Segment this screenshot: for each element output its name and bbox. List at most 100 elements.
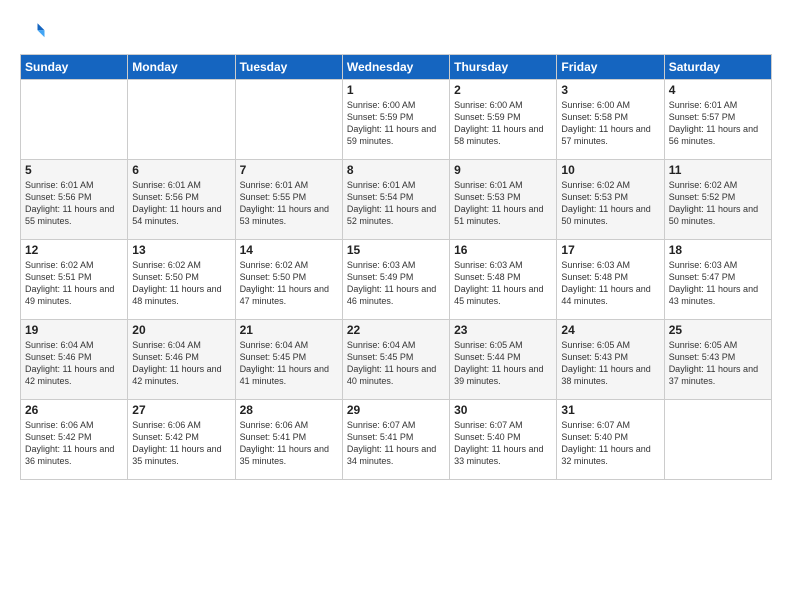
calendar-cell xyxy=(664,400,771,480)
day-number: 24 xyxy=(561,323,659,337)
weekday-header: Wednesday xyxy=(342,55,449,80)
day-info: Sunrise: 6:01 AMSunset: 5:54 PMDaylight:… xyxy=(347,179,445,228)
calendar-cell xyxy=(235,80,342,160)
calendar-cell: 27 Sunrise: 6:06 AMSunset: 5:42 PMDayligh… xyxy=(128,400,235,480)
day-info: Sunrise: 6:02 AMSunset: 5:53 PMDaylight:… xyxy=(561,179,659,228)
day-number: 7 xyxy=(240,163,338,177)
day-number: 22 xyxy=(347,323,445,337)
day-info: Sunrise: 6:03 AMSunset: 5:48 PMDaylight:… xyxy=(454,259,552,308)
day-info: Sunrise: 6:07 AMSunset: 5:41 PMDaylight:… xyxy=(347,419,445,468)
day-info: Sunrise: 6:01 AMSunset: 5:56 PMDaylight:… xyxy=(25,179,123,228)
calendar-cell: 17 Sunrise: 6:03 AMSunset: 5:48 PMDayligh… xyxy=(557,240,664,320)
day-info: Sunrise: 6:01 AMSunset: 5:53 PMDaylight:… xyxy=(454,179,552,228)
day-number: 28 xyxy=(240,403,338,417)
day-number: 16 xyxy=(454,243,552,257)
calendar-cell: 25Sunrise: 6:05 AMSunset: 5:43 PMDayligh… xyxy=(664,320,771,400)
day-info: Sunrise: 6:00 AMSunset: 5:59 PMDaylight:… xyxy=(454,99,552,148)
day-number: 4 xyxy=(669,83,767,97)
day-number: 18 xyxy=(669,243,767,257)
day-number: 17 xyxy=(561,243,659,257)
day-info: Sunrise: 6:07 AMSunset: 5:40 PMDaylight:… xyxy=(454,419,552,468)
day-info: Sunrise: 6:07 AMSunset: 5:40 PMDaylight:… xyxy=(561,419,659,468)
day-info: Sunrise: 6:04 AMSunset: 5:45 PMDaylight:… xyxy=(240,339,338,388)
calendar-cell: 9 Sunrise: 6:01 AMSunset: 5:53 PMDaylight… xyxy=(450,160,557,240)
calendar-cell: 31Sunrise: 6:07 AMSunset: 5:40 PMDayligh… xyxy=(557,400,664,480)
day-info: Sunrise: 6:00 AMSunset: 5:58 PMDaylight:… xyxy=(561,99,659,148)
calendar-cell: 18Sunrise: 6:03 AMSunset: 5:47 PMDayligh… xyxy=(664,240,771,320)
weekday-header: Sunday xyxy=(21,55,128,80)
day-info: Sunrise: 6:01 AMSunset: 5:57 PMDaylight:… xyxy=(669,99,767,148)
calendar-cell: 8Sunrise: 6:01 AMSunset: 5:54 PMDaylight… xyxy=(342,160,449,240)
day-info: Sunrise: 6:06 AMSunset: 5:42 PMDaylight:… xyxy=(25,419,123,468)
day-number: 23 xyxy=(454,323,552,337)
calendar-cell: 30 Sunrise: 6:07 AMSunset: 5:40 PMDayligh… xyxy=(450,400,557,480)
calendar-cell: 26 Sunrise: 6:06 AMSunset: 5:42 PMDayligh… xyxy=(21,400,128,480)
day-number: 9 xyxy=(454,163,552,177)
day-info: Sunrise: 6:04 AMSunset: 5:46 PMDaylight:… xyxy=(25,339,123,388)
calendar-cell: 22 Sunrise: 6:04 AMSunset: 5:45 PMDayligh… xyxy=(342,320,449,400)
calendar-cell: 1 Sunrise: 6:00 AMSunset: 5:59 PMDaylight… xyxy=(342,80,449,160)
day-number: 27 xyxy=(132,403,230,417)
calendar-cell: 14Sunrise: 6:02 AMSunset: 5:50 PMDayligh… xyxy=(235,240,342,320)
calendar-cell: 13Sunrise: 6:02 AMSunset: 5:50 PMDayligh… xyxy=(128,240,235,320)
calendar-cell: 19 Sunrise: 6:04 AMSunset: 5:46 PMDayligh… xyxy=(21,320,128,400)
day-info: Sunrise: 6:00 AMSunset: 5:59 PMDaylight:… xyxy=(347,99,445,148)
calendar-cell xyxy=(21,80,128,160)
calendar-header-row: SundayMondayTuesdayWednesdayThursdayFrid… xyxy=(21,55,772,80)
day-number: 14 xyxy=(240,243,338,257)
calendar-week-row: 12Sunrise: 6:02 AMSunset: 5:51 PMDayligh… xyxy=(21,240,772,320)
calendar-cell: 10Sunrise: 6:02 AMSunset: 5:53 PMDayligh… xyxy=(557,160,664,240)
weekday-header: Tuesday xyxy=(235,55,342,80)
calendar-cell: 4 Sunrise: 6:01 AMSunset: 5:57 PMDaylight… xyxy=(664,80,771,160)
calendar-cell: 6Sunrise: 6:01 AMSunset: 5:56 PMDaylight… xyxy=(128,160,235,240)
day-number: 25 xyxy=(669,323,767,337)
calendar-cell: 21 Sunrise: 6:04 AMSunset: 5:45 PMDayligh… xyxy=(235,320,342,400)
day-number: 5 xyxy=(25,163,123,177)
logo-icon xyxy=(20,18,48,46)
day-number: 29 xyxy=(347,403,445,417)
day-info: Sunrise: 6:04 AMSunset: 5:46 PMDaylight:… xyxy=(132,339,230,388)
calendar-cell: 5 Sunrise: 6:01 AMSunset: 5:56 PMDaylight… xyxy=(21,160,128,240)
calendar-cell: 16 Sunrise: 6:03 AMSunset: 5:48 PMDayligh… xyxy=(450,240,557,320)
calendar-week-row: 1 Sunrise: 6:00 AMSunset: 5:59 PMDaylight… xyxy=(21,80,772,160)
calendar-cell: 24 Sunrise: 6:05 AMSunset: 5:43 PMDayligh… xyxy=(557,320,664,400)
day-number: 11 xyxy=(669,163,767,177)
day-number: 2 xyxy=(454,83,552,97)
day-number: 15 xyxy=(347,243,445,257)
day-info: Sunrise: 6:04 AMSunset: 5:45 PMDaylight:… xyxy=(347,339,445,388)
day-info: Sunrise: 6:05 AMSunset: 5:44 PMDaylight:… xyxy=(454,339,552,388)
header xyxy=(20,18,772,46)
day-info: Sunrise: 6:06 AMSunset: 5:42 PMDaylight:… xyxy=(132,419,230,468)
page: SundayMondayTuesdayWednesdayThursdayFrid… xyxy=(0,0,792,612)
day-number: 26 xyxy=(25,403,123,417)
calendar-cell: 29 Sunrise: 6:07 AMSunset: 5:41 PMDayligh… xyxy=(342,400,449,480)
calendar-cell: 12Sunrise: 6:02 AMSunset: 5:51 PMDayligh… xyxy=(21,240,128,320)
calendar-week-row: 5 Sunrise: 6:01 AMSunset: 5:56 PMDaylight… xyxy=(21,160,772,240)
weekday-header: Friday xyxy=(557,55,664,80)
day-info: Sunrise: 6:03 AMSunset: 5:49 PMDaylight:… xyxy=(347,259,445,308)
calendar-cell: 3 Sunrise: 6:00 AMSunset: 5:58 PMDaylight… xyxy=(557,80,664,160)
day-info: Sunrise: 6:03 AMSunset: 5:48 PMDaylight:… xyxy=(561,259,659,308)
logo xyxy=(20,18,52,46)
day-number: 19 xyxy=(25,323,123,337)
calendar-cell: 15 Sunrise: 6:03 AMSunset: 5:49 PMDayligh… xyxy=(342,240,449,320)
day-info: Sunrise: 6:05 AMSunset: 5:43 PMDaylight:… xyxy=(561,339,659,388)
calendar-cell: 2 Sunrise: 6:00 AMSunset: 5:59 PMDaylight… xyxy=(450,80,557,160)
calendar: SundayMondayTuesdayWednesdayThursdayFrid… xyxy=(20,54,772,480)
calendar-cell: 7 Sunrise: 6:01 AMSunset: 5:55 PMDaylight… xyxy=(235,160,342,240)
day-number: 12 xyxy=(25,243,123,257)
calendar-week-row: 19 Sunrise: 6:04 AMSunset: 5:46 PMDayligh… xyxy=(21,320,772,400)
day-number: 21 xyxy=(240,323,338,337)
calendar-cell: 11 Sunrise: 6:02 AMSunset: 5:52 PMDayligh… xyxy=(664,160,771,240)
weekday-header: Thursday xyxy=(450,55,557,80)
day-number: 30 xyxy=(454,403,552,417)
calendar-cell: 23 Sunrise: 6:05 AMSunset: 5:44 PMDayligh… xyxy=(450,320,557,400)
day-number: 20 xyxy=(132,323,230,337)
calendar-cell xyxy=(128,80,235,160)
day-number: 3 xyxy=(561,83,659,97)
day-info: Sunrise: 6:01 AMSunset: 5:55 PMDaylight:… xyxy=(240,179,338,228)
calendar-week-row: 26 Sunrise: 6:06 AMSunset: 5:42 PMDayligh… xyxy=(21,400,772,480)
day-info: Sunrise: 6:02 AMSunset: 5:52 PMDaylight:… xyxy=(669,179,767,228)
calendar-cell: 20 Sunrise: 6:04 AMSunset: 5:46 PMDayligh… xyxy=(128,320,235,400)
day-number: 1 xyxy=(347,83,445,97)
